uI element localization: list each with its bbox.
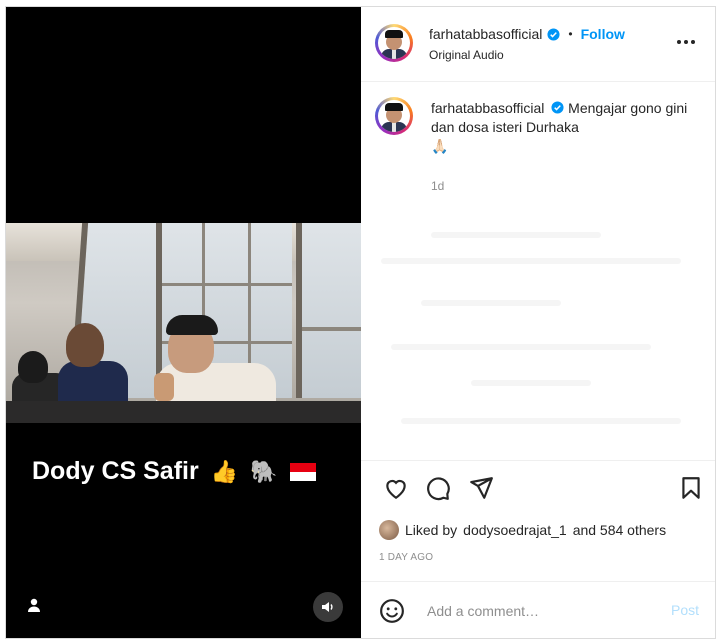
- instagram-post: Dody CS Safir 👍 🐘 farhatabbasofficial • …: [5, 6, 716, 639]
- avatar[interactable]: [375, 24, 413, 62]
- elephant-emoji: 🐘: [250, 458, 278, 484]
- separator-dot: •: [568, 27, 573, 41]
- video-player[interactable]: Dody CS Safir 👍 🐘: [6, 7, 361, 638]
- heart-icon[interactable]: [383, 475, 409, 501]
- likes-summary: Liked by dodysoedrajat_1 and 584 others: [379, 520, 666, 540]
- comment-input[interactable]: [425, 596, 649, 626]
- caption-time[interactable]: 1d: [431, 179, 444, 193]
- comments-section: farhatabbasofficial Mengajar gono gini d…: [361, 82, 715, 460]
- likes-count[interactable]: and 584 others: [573, 522, 666, 538]
- caption-emoji: 🙏🏻: [431, 138, 449, 154]
- video-caption-text: Dody CS Safir: [32, 457, 199, 485]
- bookmark-icon[interactable]: [678, 475, 704, 501]
- caption-username[interactable]: farhatabbasofficial: [431, 100, 544, 116]
- more-options-icon[interactable]: [677, 35, 699, 49]
- thumbs-up-emoji: 👍: [210, 458, 239, 484]
- emoji-icon[interactable]: [379, 598, 405, 624]
- comment-composer: Post: [361, 581, 715, 638]
- likes-prefix: Liked by: [405, 522, 458, 538]
- post-actions: [361, 460, 715, 513]
- comment-icon[interactable]: [425, 475, 451, 501]
- sound-button[interactable]: [313, 592, 343, 622]
- liker-username[interactable]: dodysoedrajat_1: [463, 522, 567, 538]
- liker-avatar[interactable]: [379, 520, 399, 540]
- post-timestamp: 1 DAY AGO: [379, 552, 434, 563]
- video-frame: [6, 223, 361, 423]
- indonesia-flag-icon: [289, 462, 316, 481]
- video-caption: Dody CS Safir 👍 🐘: [32, 457, 316, 486]
- verified-badge-icon: [551, 101, 564, 114]
- caption-text: farhatabbasofficial Mengajar gono gini d…: [431, 99, 701, 156]
- audio-link[interactable]: Original Audio: [429, 48, 504, 62]
- caption-avatar[interactable]: [375, 97, 413, 135]
- post-button[interactable]: Post: [671, 602, 699, 618]
- speaker-icon: [322, 602, 333, 612]
- username-link[interactable]: farhatabbasofficial: [429, 26, 542, 42]
- share-icon[interactable]: [468, 475, 494, 501]
- follow-button[interactable]: Follow: [581, 26, 625, 42]
- post-sidebar: farhatabbasofficial • Follow Original Au…: [361, 7, 715, 638]
- user-icon[interactable]: [26, 597, 42, 613]
- verified-badge-icon: [547, 27, 560, 41]
- post-header: farhatabbasofficial • Follow Original Au…: [361, 7, 715, 82]
